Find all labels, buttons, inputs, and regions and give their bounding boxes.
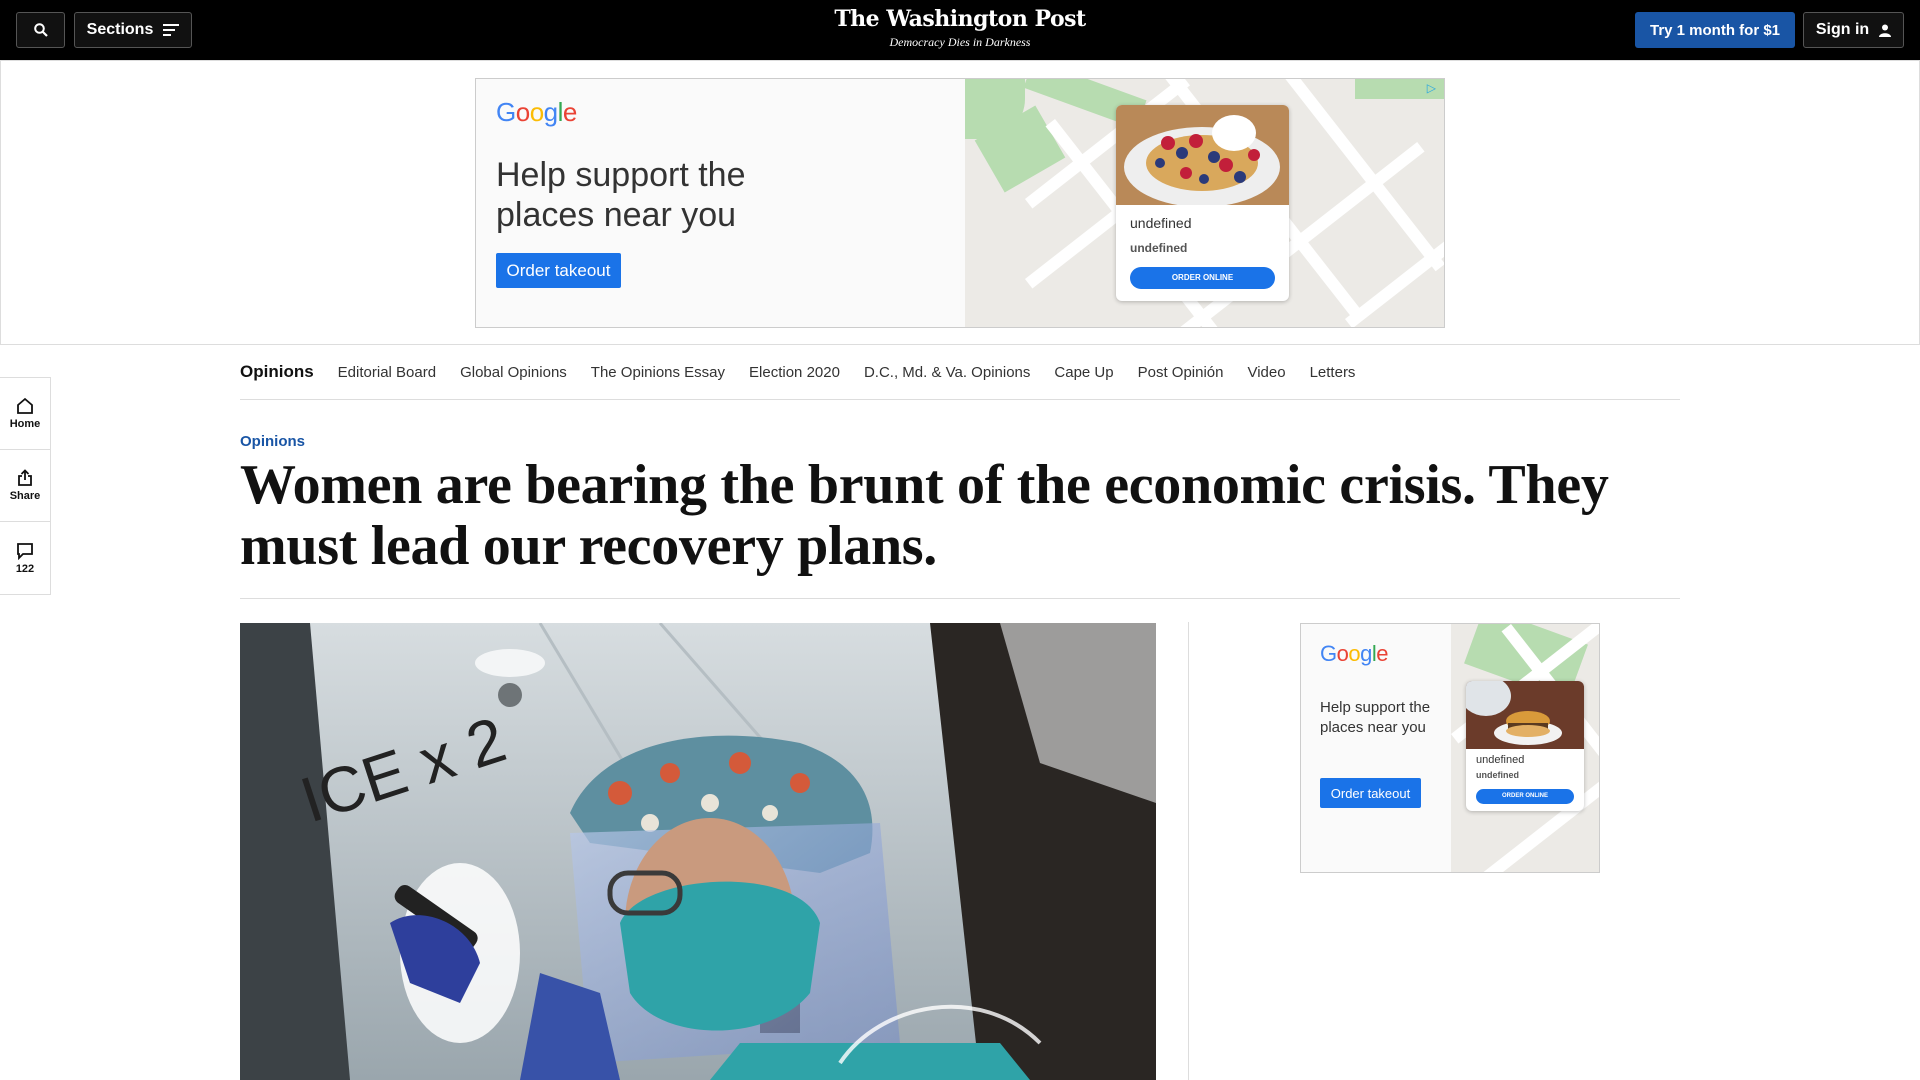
section-nav-post-opinion[interactable]: Post Opinión (1138, 364, 1224, 381)
sidebar-advertisement[interactable]: Google Help support the places near you … (1300, 623, 1600, 873)
left-action-rail: Home Share 122 (0, 377, 51, 595)
sidebar-ad-headline: Help support the places near you (1320, 699, 1431, 736)
section-nav-opinions[interactable]: Opinions (240, 362, 314, 382)
comments-count: 122 (15, 562, 35, 575)
subscribe-button[interactable]: Try 1 month for $1 (1635, 12, 1795, 48)
search-button[interactable] (16, 12, 65, 48)
user-icon (1879, 24, 1892, 37)
logo-wordmark: The Washington Post (834, 6, 1086, 32)
section-nav-election-2020[interactable]: Election 2020 (749, 364, 840, 381)
article-hero-image: ICE x 2 (240, 623, 1156, 1080)
ad-restaurant-card[interactable]: undefined undefined ORDER ONLINE (1116, 105, 1289, 301)
sign-in-button[interactable]: Sign in (1803, 12, 1904, 48)
adchoices-icon[interactable]: ▷ (1427, 81, 1436, 95)
hamburger-icon (163, 24, 180, 36)
washington-post-logo[interactable]: The Washington Post Democracy Dies in Da… (810, 6, 1110, 50)
sections-menu-button[interactable]: Sections (74, 12, 192, 48)
sidebar-ad-card-subtitle: undefined (1476, 770, 1519, 780)
section-nav-editorial-board[interactable]: Editorial Board (338, 364, 436, 381)
section-nav-dc-md-va[interactable]: D.C., Md. & Va. Opinions (864, 364, 1030, 381)
sidebar-order-online-button[interactable]: ORDER ONLINE (1476, 789, 1574, 804)
opinions-section-nav: Opinions Editorial Board Global Opinions… (240, 345, 1680, 400)
sidebar-ad-restaurant-card[interactable]: undefined undefined ORDER ONLINE (1466, 681, 1584, 811)
share-label: Share (9, 490, 41, 502)
share-icon (18, 469, 32, 486)
ad-card-name: undefined (1130, 215, 1192, 231)
article-headline: Women are bearing the brunt of the econo… (240, 454, 1609, 577)
home-button[interactable]: Home (0, 378, 50, 450)
sign-in-label: Sign in (1815, 21, 1870, 38)
sections-label: Sections (86, 21, 154, 38)
share-button[interactable]: Share (0, 450, 50, 522)
sandwich-photo (1466, 681, 1584, 749)
home-label: Home (9, 418, 41, 430)
section-nav-video[interactable]: Video (1247, 364, 1285, 381)
comments-button[interactable]: 122 (0, 522, 50, 594)
section-nav-cape-up[interactable]: Cape Up (1054, 364, 1113, 381)
home-icon (17, 397, 33, 414)
sidebar-ad-card-name: undefined (1476, 754, 1525, 766)
google-logo: Google (496, 97, 577, 127)
column-divider (1188, 622, 1189, 1080)
comment-icon (17, 542, 33, 560)
logo-tagline: Democracy Dies in Darkness (889, 35, 1031, 49)
search-icon (33, 23, 48, 37)
ad-card-subtitle: undefined (1130, 241, 1188, 255)
top-advertisement[interactable]: Google Help support the places near you … (475, 78, 1445, 328)
order-takeout-button[interactable]: Order takeout (496, 253, 621, 288)
order-online-button[interactable]: ORDER ONLINE (1130, 267, 1275, 289)
waffle-photo (1116, 105, 1289, 207)
ad-headline: Help support the places near you (496, 156, 746, 234)
article-kicker[interactable]: Opinions (240, 433, 305, 450)
section-nav-opinions-essay[interactable]: The Opinions Essay (591, 364, 725, 381)
section-nav-global-opinions[interactable]: Global Opinions (460, 364, 567, 381)
nurse-photo: ICE x 2 (240, 623, 1156, 1080)
google-logo-small: Google (1320, 641, 1389, 666)
section-nav-letters[interactable]: Letters (1310, 364, 1356, 381)
top-navigation-bar: Sections The Washington Post Democracy D… (0, 0, 1920, 60)
headline-divider (240, 598, 1680, 599)
sidebar-order-takeout-button[interactable]: Order takeout (1320, 778, 1421, 808)
